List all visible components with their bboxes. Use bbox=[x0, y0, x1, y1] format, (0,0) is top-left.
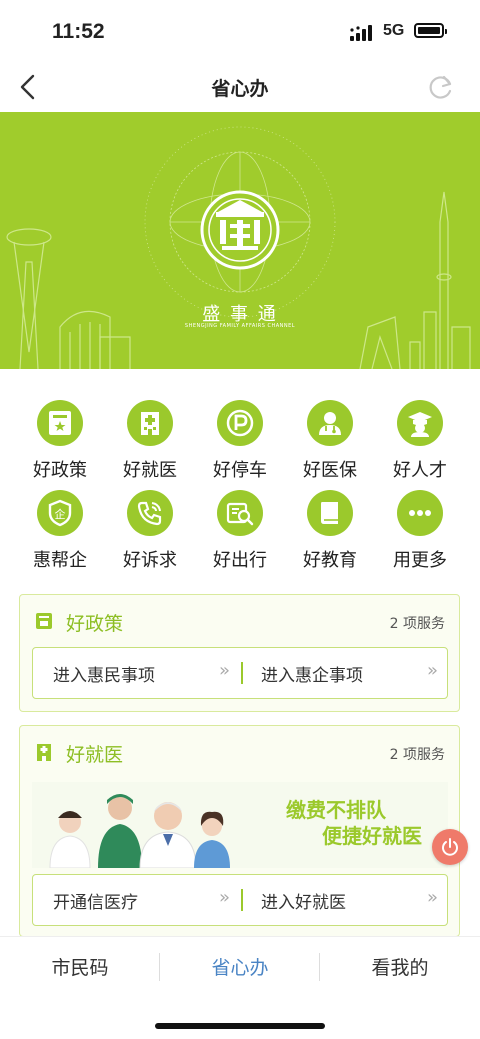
grid-item-label: 好出行 bbox=[213, 550, 267, 571]
grid-item-more[interactable]: 用更多 bbox=[375, 490, 465, 571]
grid-item-label: 用更多 bbox=[393, 550, 447, 571]
hospital-card: 好就医 2 项服务 缴费不排队 便捷好就医 开通信医疗 » 进入好就医 » bbox=[19, 725, 460, 937]
banner-tagline: SHENGJING FAMILY AFFAIRS CHANNEL bbox=[184, 323, 296, 329]
double-chevron-icon: » bbox=[426, 660, 438, 681]
link-label: 进入惠企事项 bbox=[261, 666, 363, 686]
medical-staff-image bbox=[49, 794, 230, 868]
policy-card: 好政策 2 项服务 进入惠民事项 » 进入惠企事项 » bbox=[19, 594, 460, 712]
power-icon bbox=[442, 838, 458, 856]
status-bar: 11:52 5G bbox=[0, 0, 480, 62]
grid-item-label: 好就医 bbox=[123, 460, 177, 481]
refresh-icon[interactable] bbox=[426, 72, 456, 102]
battery-icon bbox=[414, 23, 447, 38]
signal-icon bbox=[350, 25, 372, 41]
grid-item-label: 好医保 bbox=[303, 460, 357, 481]
grid-item-appeal[interactable]: 好诉求 bbox=[105, 490, 195, 571]
more-icon bbox=[397, 490, 443, 536]
hospital-icon bbox=[37, 744, 51, 761]
grid-item-talent[interactable]: 好人才 bbox=[375, 400, 465, 481]
link-credit-medical[interactable]: 开通信医疗 » bbox=[33, 875, 240, 925]
grid-item-label: 好人才 bbox=[393, 460, 447, 481]
card-title: 好就医 bbox=[66, 744, 124, 766]
grid-item-hospital[interactable]: 好就医 bbox=[105, 400, 195, 481]
tab-services[interactable]: 省心办 bbox=[160, 937, 320, 999]
navigation-bar: 省心办 bbox=[0, 62, 480, 112]
promo-line-1: 缴费不排队 bbox=[286, 798, 386, 822]
grid-item-label: 好政策 bbox=[33, 460, 87, 481]
hospital-icon bbox=[127, 400, 173, 446]
book-icon bbox=[307, 490, 353, 536]
card-service-count: 2 项服务 bbox=[389, 747, 445, 763]
card-title: 好政策 bbox=[66, 613, 124, 635]
hero-banner[interactable]: 盛 事 通 SHENGJING FAMILY AFFAIRS CHANNEL bbox=[0, 112, 480, 369]
link-good-medical[interactable]: 进入好就医 » bbox=[241, 875, 448, 925]
tab-mine[interactable]: 看我的 bbox=[320, 937, 480, 999]
parking-icon bbox=[217, 400, 263, 446]
policy-icon bbox=[36, 613, 52, 629]
grid-item-education[interactable]: 好教育 bbox=[285, 490, 375, 571]
grid-item-insurance[interactable]: 好医保 bbox=[285, 400, 375, 481]
grid-item-label: 好教育 bbox=[303, 550, 357, 571]
page-title: 省心办 bbox=[211, 78, 269, 100]
phone-icon bbox=[127, 490, 173, 536]
home-indicator[interactable] bbox=[155, 1023, 325, 1029]
double-chevron-icon: » bbox=[426, 887, 438, 908]
doctor-icon bbox=[307, 400, 353, 446]
hospital-promo-banner[interactable]: 缴费不排队 便捷好就医 bbox=[32, 782, 448, 868]
promo-line-2: 便捷好就医 bbox=[322, 824, 422, 848]
policy-icon bbox=[37, 400, 83, 446]
tab-citizen-code[interactable]: 市民码 bbox=[0, 937, 160, 999]
grid-item-policy[interactable]: 好政策 bbox=[15, 400, 105, 481]
link-resident-affairs[interactable]: 进入惠民事项 » bbox=[33, 648, 240, 698]
grid-item-parking[interactable]: 好停车 bbox=[195, 400, 285, 481]
floating-power-button[interactable] bbox=[432, 829, 468, 865]
grid-item-label: 惠帮企 bbox=[33, 550, 87, 571]
bottom-tab-bar: 市民码 省心办 看我的 bbox=[0, 936, 480, 1001]
card-link-row: 开通信医疗 » 进入好就医 » bbox=[32, 874, 448, 926]
enterprise-shield-icon: 企 bbox=[37, 490, 83, 536]
link-label: 进入好就医 bbox=[261, 893, 346, 913]
card-link-row: 进入惠民事项 » 进入惠企事项 » bbox=[32, 647, 448, 699]
link-label: 开通信医疗 bbox=[53, 893, 138, 913]
svg-text:企: 企 bbox=[55, 507, 66, 521]
grid-item-label: 好诉求 bbox=[123, 550, 177, 571]
double-chevron-icon: » bbox=[218, 887, 230, 908]
grid-item-enterprise[interactable]: 企 惠帮企 bbox=[15, 490, 105, 571]
link-enterprise-affairs[interactable]: 进入惠企事项 » bbox=[241, 648, 448, 698]
double-chevron-icon: » bbox=[218, 660, 230, 681]
status-time: 11:52 bbox=[52, 20, 105, 43]
grid-item-label: 好停车 bbox=[213, 460, 267, 481]
network-type: 5G bbox=[383, 22, 405, 39]
graduate-icon bbox=[397, 400, 443, 446]
card-service-count: 2 项服务 bbox=[389, 616, 445, 632]
travel-search-icon bbox=[217, 490, 263, 536]
skyline-illustration bbox=[6, 126, 471, 369]
grid-item-travel[interactable]: 好出行 bbox=[195, 490, 285, 571]
link-label: 进入惠民事项 bbox=[53, 666, 155, 686]
